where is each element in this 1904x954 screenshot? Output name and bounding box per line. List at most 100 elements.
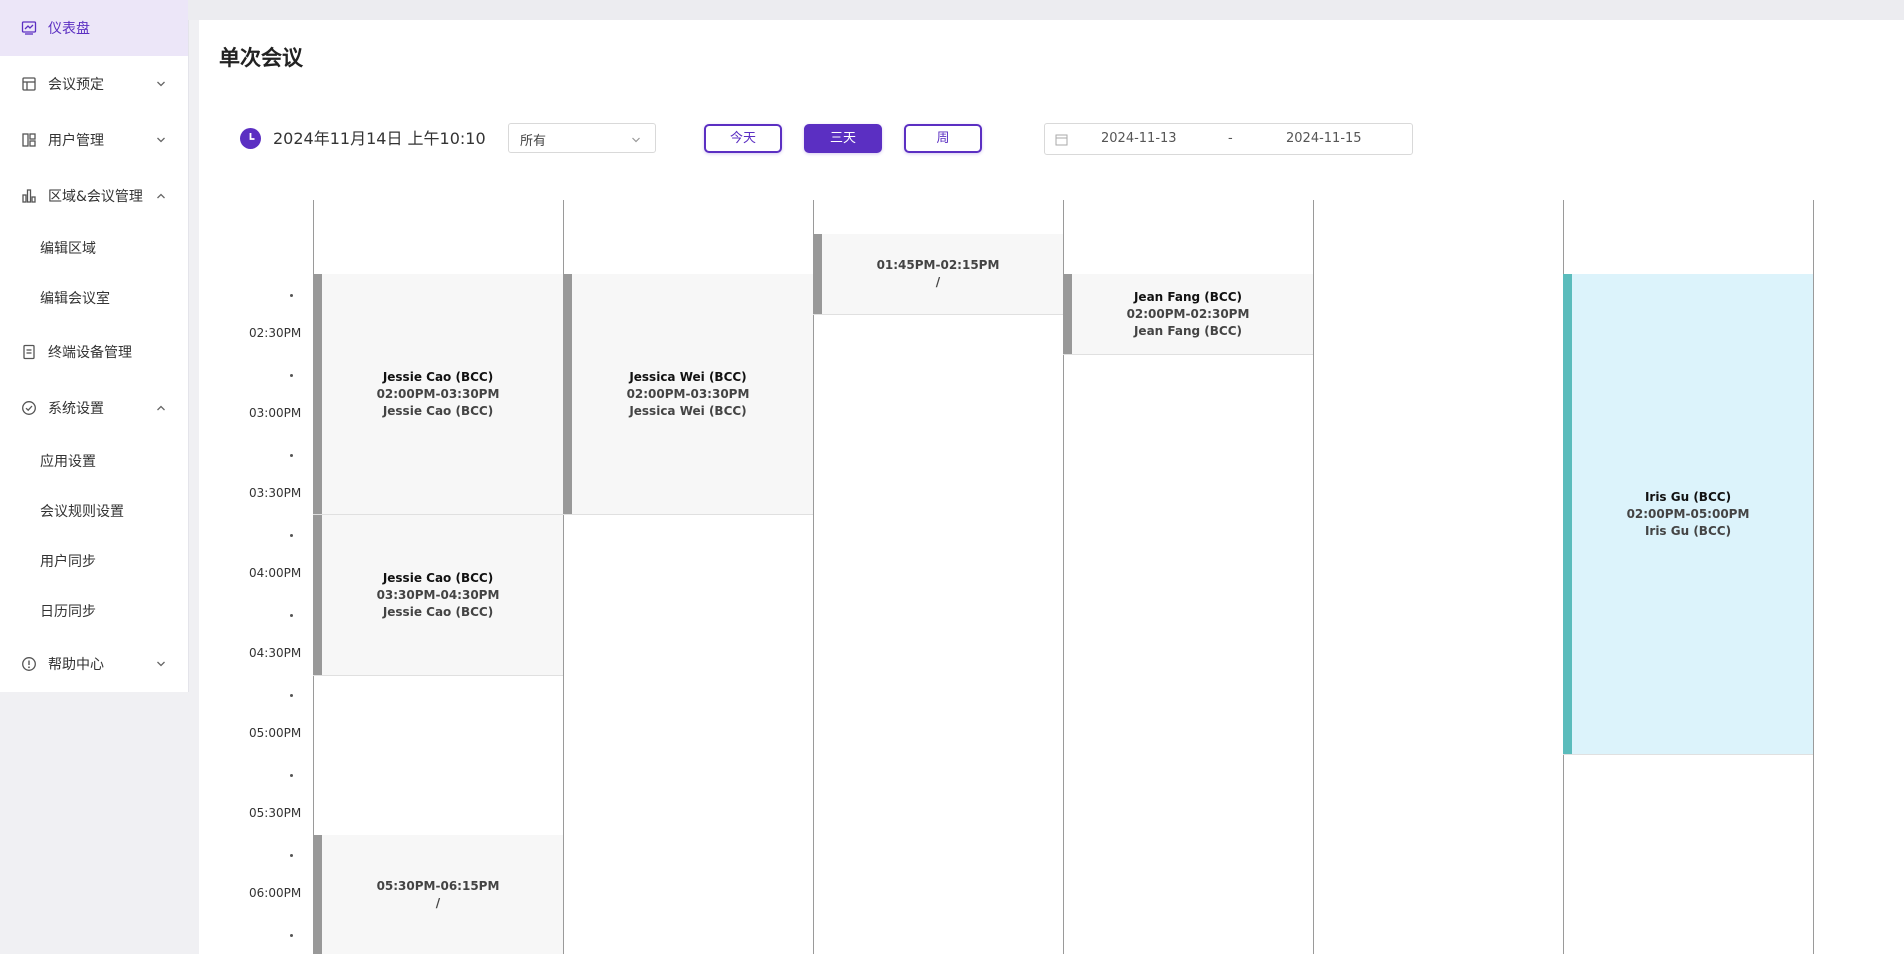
- half-hour-dot: [290, 614, 293, 617]
- event-host: /: [435, 896, 441, 910]
- time-label: 02:30PM: [249, 326, 302, 340]
- top-bar: [188, 0, 1904, 20]
- half-hour-dot: [290, 534, 293, 537]
- event-host: Jessica Wei (BCC): [629, 403, 747, 418]
- event-host: Jessie Cao (BCC): [382, 604, 494, 619]
- event-time: 02:00PM-02:30PM: [1126, 306, 1250, 321]
- time-label: 05:30PM: [249, 806, 302, 820]
- time-label: 05:00PM: [249, 726, 302, 740]
- chevron-down-icon: [632, 137, 640, 143]
- sidebar-subitem-user-sync[interactable]: 用户同步: [40, 551, 96, 571]
- calendar-booking-icon: [21, 76, 37, 92]
- half-hour-dot: [290, 934, 293, 937]
- meeting-event[interactable]: Jean Fang (BCC) 02:00PM-02:30PM Jean Fan…: [1063, 274, 1313, 355]
- sidebar-item-system-settings[interactable]: 系统设置: [0, 380, 188, 436]
- calendar-icon: [1055, 134, 1068, 146]
- sidebar-item-label: 系统设置: [48, 401, 104, 417]
- event-host: Iris Gu (BCC): [1644, 523, 1732, 538]
- date-range-end[interactable]: 2024-11-15: [1286, 131, 1362, 146]
- sidebar-subitem-edit-room[interactable]: 编辑会议室: [40, 288, 110, 308]
- grid-line: [1813, 200, 1814, 954]
- page-title: 单次会议: [219, 46, 303, 70]
- time-label: 03:30PM: [249, 486, 302, 500]
- date-range-start[interactable]: 2024-11-13: [1101, 131, 1177, 146]
- chevron-down-icon: [156, 135, 166, 145]
- chevron-up-icon: [156, 403, 166, 413]
- sidebar-item-label: 会议预定: [48, 77, 104, 93]
- event-host: Jean Fang (BCC): [1133, 323, 1243, 338]
- meeting-event[interactable]: Jessie Cao (BCC) 02:00PM-03:30PM Jessie …: [313, 274, 563, 515]
- date-range-separator: -: [1228, 131, 1233, 146]
- sidebar-item-devices[interactable]: 终端设备管理: [0, 324, 188, 380]
- sidebar-item-label: 仪表盘: [48, 21, 90, 37]
- event-time: 01:45PM-02:15PM: [876, 258, 1000, 272]
- filter-select-value: 所有: [520, 134, 547, 149]
- event-title: Jessie Cao (BCC): [382, 369, 494, 384]
- chevron-down-icon: [156, 79, 166, 89]
- sidebar-item-dashboard[interactable]: 仪表盘: [0, 0, 188, 56]
- meeting-event[interactable]: Jessica Wei (BCC) 02:00PM-03:30PM Jessic…: [563, 274, 813, 515]
- info-circle-icon: [21, 656, 37, 672]
- sidebar-item-booking[interactable]: 会议预定: [0, 56, 188, 112]
- chevron-up-icon: [156, 191, 166, 201]
- three-days-button[interactable]: 三天: [804, 124, 882, 153]
- event-time: 02:00PM-03:30PM: [626, 386, 750, 401]
- sidebar-item-label: 用户管理: [48, 133, 104, 149]
- event-color-bar: [1563, 274, 1572, 754]
- meeting-event[interactable]: Jessie Cao (BCC) 03:30PM-04:30PM Jessie …: [313, 515, 563, 676]
- dashboard-icon: [21, 20, 37, 36]
- time-label: 03:00PM: [249, 406, 302, 420]
- grid-line: [1313, 200, 1314, 954]
- time-label: 04:30PM: [249, 646, 302, 660]
- sidebar-subitem-meeting-rules[interactable]: 会议规则设置: [40, 501, 124, 521]
- half-hour-dot: [290, 374, 293, 377]
- event-title: Iris Gu (BCC): [1644, 489, 1732, 504]
- sidebar-item-help[interactable]: 帮助中心: [0, 636, 188, 692]
- event-time: 02:00PM-03:30PM: [376, 386, 500, 401]
- event-time: 03:30PM-04:30PM: [376, 587, 500, 602]
- check-circle-icon: [21, 400, 37, 416]
- event-time: 05:30PM-06:15PM: [376, 879, 500, 893]
- event-color-bar: [813, 234, 822, 314]
- users-grid-icon: [21, 132, 37, 148]
- meeting-event[interactable]: 01:45PM-02:15PM /: [813, 234, 1063, 315]
- event-color-bar: [313, 835, 322, 954]
- half-hour-dot: [290, 774, 293, 777]
- event-color-bar: [313, 274, 322, 514]
- main-content: 单次会议 2024年11月14日 上午10:10 所有 今天 三天 周 2024…: [199, 20, 1904, 954]
- sidebar-item-label: 帮助中心: [48, 657, 104, 673]
- half-hour-dot: [290, 454, 293, 457]
- filter-select[interactable]: 所有: [508, 123, 656, 153]
- event-host: /: [935, 275, 941, 289]
- event-title: Jessica Wei (BCC): [629, 369, 747, 384]
- sidebar-item-users[interactable]: 用户管理: [0, 112, 188, 168]
- time-label: 04:00PM: [249, 566, 302, 580]
- half-hour-dot: [290, 294, 293, 297]
- bar-chart-icon: [21, 188, 37, 204]
- sidebar-item-region-meeting[interactable]: 区域&会议管理: [0, 168, 188, 224]
- current-datetime: 2024年11月14日 上午10:10: [273, 129, 486, 148]
- calendar-grid: 02:30PM 03:00PM 03:30PM 04:00PM 04:30PM …: [199, 200, 1904, 954]
- sidebar-subitem-app-settings[interactable]: 应用设置: [40, 451, 96, 471]
- half-hour-dot: [290, 854, 293, 857]
- event-color-bar: [563, 274, 572, 514]
- sidebar: 仪表盘 会议预定 用户管理 区域&会议管理 编辑区域 编辑会议室 终端设备管理: [0, 0, 189, 692]
- chevron-down-icon: [156, 659, 166, 669]
- clock-icon: [240, 128, 261, 149]
- sidebar-subitem-edit-region[interactable]: 编辑区域: [40, 238, 96, 258]
- week-button[interactable]: 周: [904, 124, 982, 153]
- event-color-bar: [1063, 274, 1072, 354]
- date-range-picker[interactable]: 2024-11-13 - 2024-11-15: [1044, 123, 1413, 155]
- event-host: Jessie Cao (BCC): [382, 403, 494, 418]
- time-label: 06:00PM: [249, 886, 302, 900]
- meeting-event[interactable]: Iris Gu (BCC) 02:00PM-05:00PM Iris Gu (B…: [1563, 274, 1813, 755]
- sidebar-subitem-calendar-sync[interactable]: 日历同步: [40, 601, 96, 621]
- half-hour-dot: [290, 694, 293, 697]
- event-title: Jean Fang (BCC): [1133, 289, 1243, 304]
- today-button[interactable]: 今天: [704, 124, 782, 153]
- sidebar-item-label: 区域&会议管理: [48, 189, 143, 205]
- meeting-event[interactable]: 05:30PM-06:15PM /: [313, 835, 563, 954]
- sidebar-item-label: 终端设备管理: [48, 345, 132, 361]
- event-color-bar: [313, 515, 322, 675]
- event-time: 02:00PM-05:00PM: [1626, 506, 1750, 521]
